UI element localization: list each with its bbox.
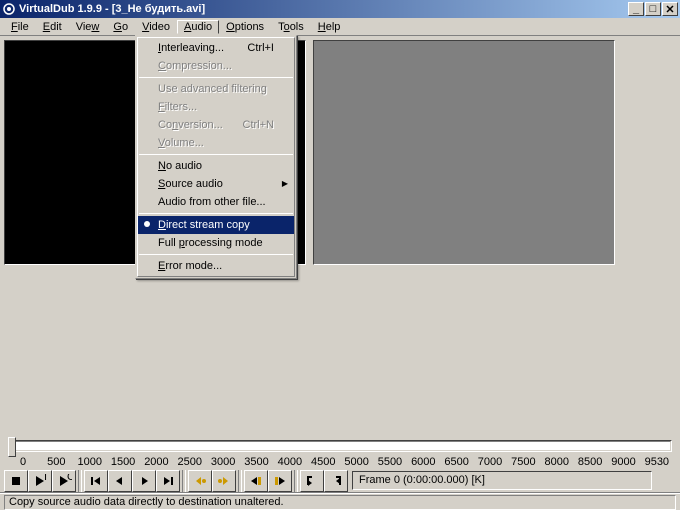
key-prev-button[interactable] <box>188 470 212 492</box>
menu-edit[interactable]: Edit <box>36 20 69 34</box>
menu-item-compression: Compression... <box>138 57 294 75</box>
frame-display: Frame 0 (0:00:00.000) [K] <box>352 471 652 490</box>
menu-item-error-mode[interactable]: Error mode... <box>138 257 294 275</box>
menu-item-interleaving[interactable]: Interleaving... Ctrl+I <box>138 39 294 57</box>
toolbar-separator <box>238 470 242 492</box>
window-controls: _ □ ✕ <box>627 2 678 16</box>
menu-help[interactable]: Help <box>311 20 348 34</box>
step-back-button[interactable] <box>108 470 132 492</box>
menu-separator <box>139 154 293 155</box>
menu-file[interactable]: File <box>4 20 36 34</box>
menu-video[interactable]: Video <box>135 20 177 34</box>
menu-item-volume: Volume... <box>138 134 294 152</box>
submenu-arrow-icon: ▶ <box>282 179 288 188</box>
menu-item-advanced-filtering: Use advanced filtering <box>138 80 294 98</box>
play-output-button[interactable]: O <box>52 470 76 492</box>
mark-out-button[interactable] <box>324 470 348 492</box>
go-end-button[interactable] <box>156 470 180 492</box>
titlebar: VirtualDub 1.9.9 - [3_Не будить.avi] _ □… <box>0 0 680 18</box>
menu-options[interactable]: Options <box>219 20 271 34</box>
menu-item-full-processing[interactable]: Full processing mode <box>138 234 294 252</box>
timeline-handle[interactable] <box>8 437 16 457</box>
workspace <box>0 36 680 422</box>
playback-toolbar: I O Frame 0 (0:00:00.000) [K] <box>0 468 680 493</box>
menu-item-no-audio[interactable]: No audio <box>138 157 294 175</box>
timeline-ticks: 0500100015002000250030003500400045005000… <box>8 456 672 468</box>
menu-view[interactable]: View <box>69 20 107 34</box>
status-text: Copy source audio data directly to desti… <box>4 495 676 510</box>
menubar: File Edit View Go Video Audio Options To… <box>0 18 680 36</box>
menu-item-audio-from-file[interactable]: Audio from other file... <box>138 193 294 211</box>
menu-go[interactable]: Go <box>106 20 135 34</box>
scene-prev-button[interactable] <box>244 470 268 492</box>
play-input-button[interactable]: I <box>28 470 52 492</box>
menu-separator <box>139 77 293 78</box>
radio-selected-icon <box>144 221 150 227</box>
statusbar: Copy source audio data directly to desti… <box>0 493 680 510</box>
app-icon <box>2 2 16 16</box>
stop-button[interactable] <box>4 470 28 492</box>
toolbar-separator <box>78 470 82 492</box>
menu-audio[interactable]: Audio <box>177 20 219 34</box>
menu-item-source-audio[interactable]: Source audio ▶ <box>138 175 294 193</box>
menu-tools[interactable]: Tools <box>271 20 311 34</box>
toolbar-separator <box>294 470 298 492</box>
menu-separator <box>139 213 293 214</box>
mark-in-button[interactable] <box>300 470 324 492</box>
timeline-track[interactable] <box>8 440 672 452</box>
go-start-button[interactable] <box>84 470 108 492</box>
close-button[interactable]: ✕ <box>662 2 678 16</box>
menu-item-direct-stream-copy[interactable]: Direct stream copy <box>138 216 294 234</box>
svg-text:I: I <box>44 474 47 483</box>
window-title: VirtualDub 1.9.9 - [3_Не будить.avi] <box>19 3 627 15</box>
minimize-button[interactable]: _ <box>628 2 644 16</box>
svg-text:O: O <box>67 474 72 483</box>
maximize-button[interactable]: □ <box>645 2 661 16</box>
audio-dropdown-menu: Interleaving... Ctrl+I Compression... Us… <box>135 35 297 279</box>
output-preview-pane[interactable] <box>313 40 615 265</box>
timeline: 0500100015002000250030003500400045005000… <box>0 440 680 468</box>
toolbar-separator <box>182 470 186 492</box>
menu-separator <box>139 254 293 255</box>
menu-item-conversion: Conversion... Ctrl+N <box>138 116 294 134</box>
step-forward-button[interactable] <box>132 470 156 492</box>
menu-item-filters: Filters... <box>138 98 294 116</box>
key-next-button[interactable] <box>212 470 236 492</box>
scene-next-button[interactable] <box>268 470 292 492</box>
